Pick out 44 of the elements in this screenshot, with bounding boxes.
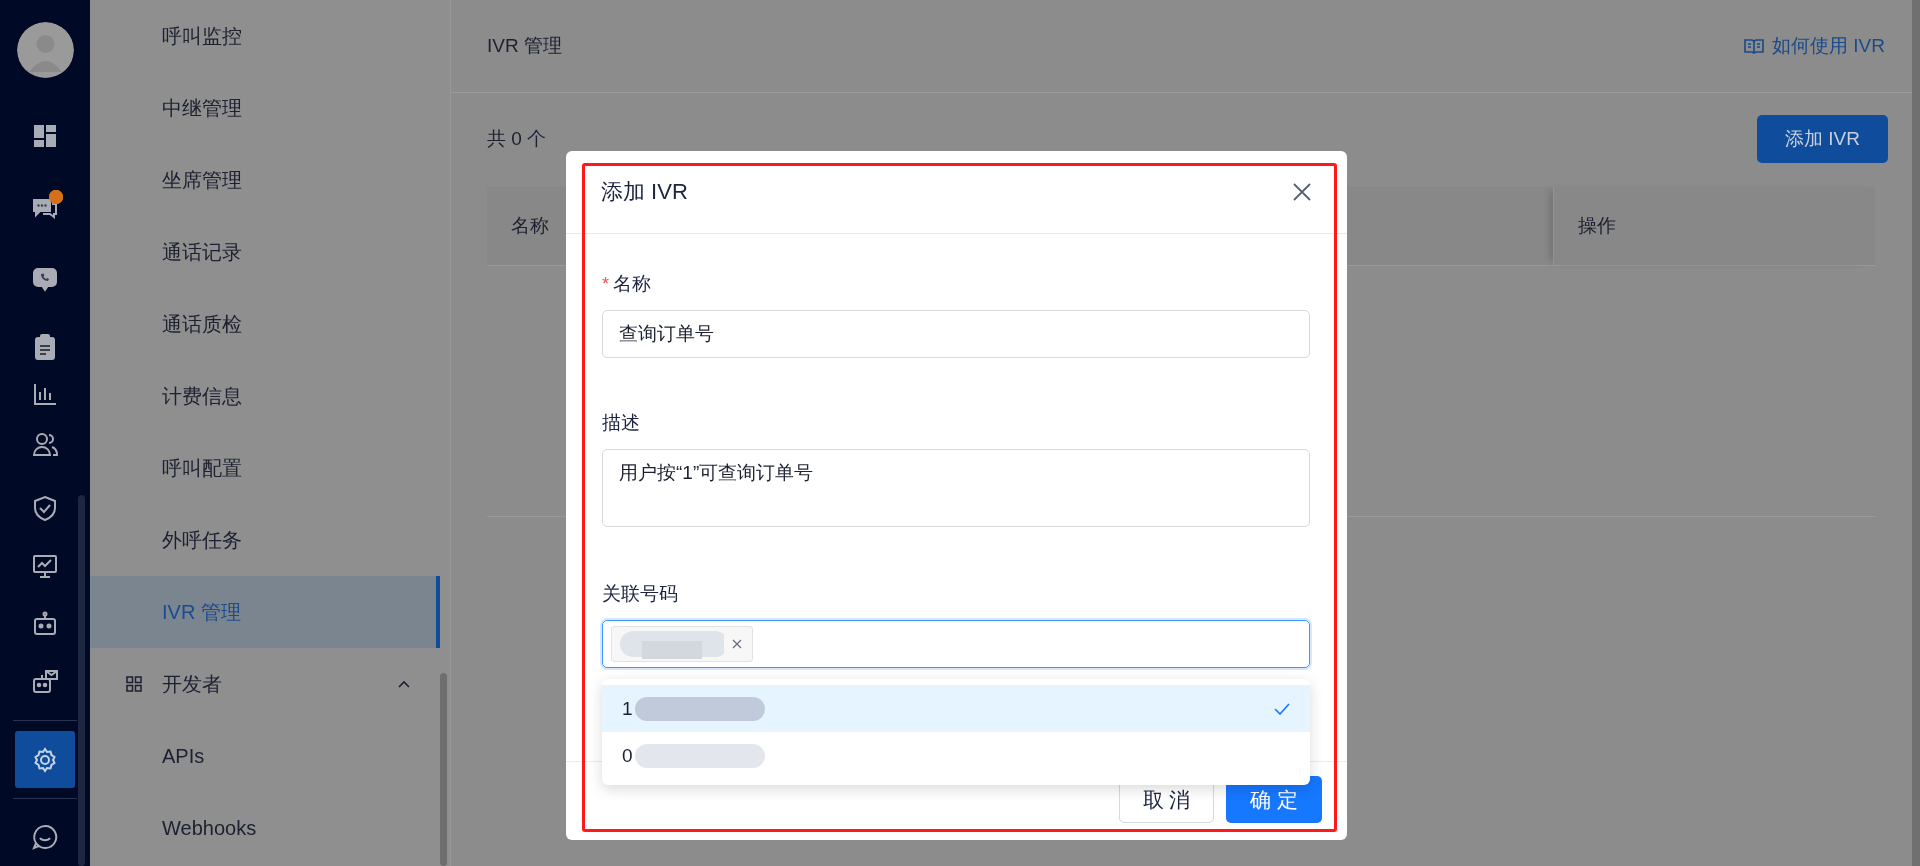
submenu-item[interactable]: APIs bbox=[90, 720, 440, 792]
required-asterisk: * bbox=[602, 273, 609, 295]
submenu-item[interactable]: 通话质检 bbox=[90, 288, 440, 360]
phone-icon bbox=[31, 265, 59, 294]
description-textarea[interactable]: 用户按“1”可查询订单号 bbox=[602, 449, 1310, 527]
scrollbar[interactable] bbox=[1912, 0, 1920, 866]
caret-icon bbox=[398, 680, 410, 688]
help-link[interactable]: 如何使用 IVR bbox=[1744, 33, 1885, 59]
count-label: 共 0 个 bbox=[487, 127, 547, 151]
submenu-item[interactable]: 计费信息 bbox=[90, 360, 440, 432]
close-icon[interactable] bbox=[732, 639, 742, 649]
settings-icon bbox=[31, 745, 59, 774]
chat-icon bbox=[31, 823, 59, 852]
number-select[interactable] bbox=[602, 620, 1310, 668]
submenu-group[interactable]: 开发者 bbox=[90, 648, 450, 720]
rail-settings-button[interactable] bbox=[15, 731, 75, 788]
submenu-item[interactable]: 呼叫配置 bbox=[90, 432, 440, 504]
name-input[interactable]: 查询订单号 bbox=[602, 310, 1310, 358]
scrollbar[interactable] bbox=[78, 495, 85, 866]
dialog-title: 添加 IVR bbox=[601, 178, 688, 206]
book-icon bbox=[1744, 38, 1765, 54]
scrollbar[interactable] bbox=[440, 673, 447, 866]
submenu-item[interactable]: 坐席管理 bbox=[90, 144, 440, 216]
avatar[interactable] bbox=[16, 22, 74, 79]
robot-mail-icon bbox=[31, 667, 59, 696]
submenu-item[interactable]: 外呼任务 bbox=[90, 504, 440, 576]
page-title: IVR 管理 bbox=[487, 34, 562, 58]
close-icon[interactable] bbox=[1293, 183, 1311, 201]
robot-icon bbox=[31, 609, 59, 638]
check-icon bbox=[1274, 702, 1290, 715]
column-header: 名称 bbox=[511, 214, 549, 238]
add-button[interactable]: 添加 IVR bbox=[1757, 115, 1888, 163]
field-label: 关联号码 bbox=[602, 582, 678, 606]
dropdown-option[interactable]: 1 bbox=[602, 685, 1310, 732]
submenu-item[interactable]: 呼叫监控 bbox=[90, 0, 440, 72]
submenu-item[interactable]: Webhooks bbox=[90, 792, 440, 864]
submenu-item[interactable]: 通话记录 bbox=[90, 216, 440, 288]
dropdown-option[interactable]: 0 bbox=[602, 732, 1310, 779]
field-label: 名称 bbox=[613, 272, 651, 296]
grid-icon bbox=[126, 676, 142, 692]
field-label: 描述 bbox=[602, 411, 640, 435]
column-header: 操作 bbox=[1578, 214, 1616, 238]
submenu-item[interactable]: 中继管理 bbox=[90, 72, 440, 144]
shield-check-icon bbox=[31, 493, 59, 522]
